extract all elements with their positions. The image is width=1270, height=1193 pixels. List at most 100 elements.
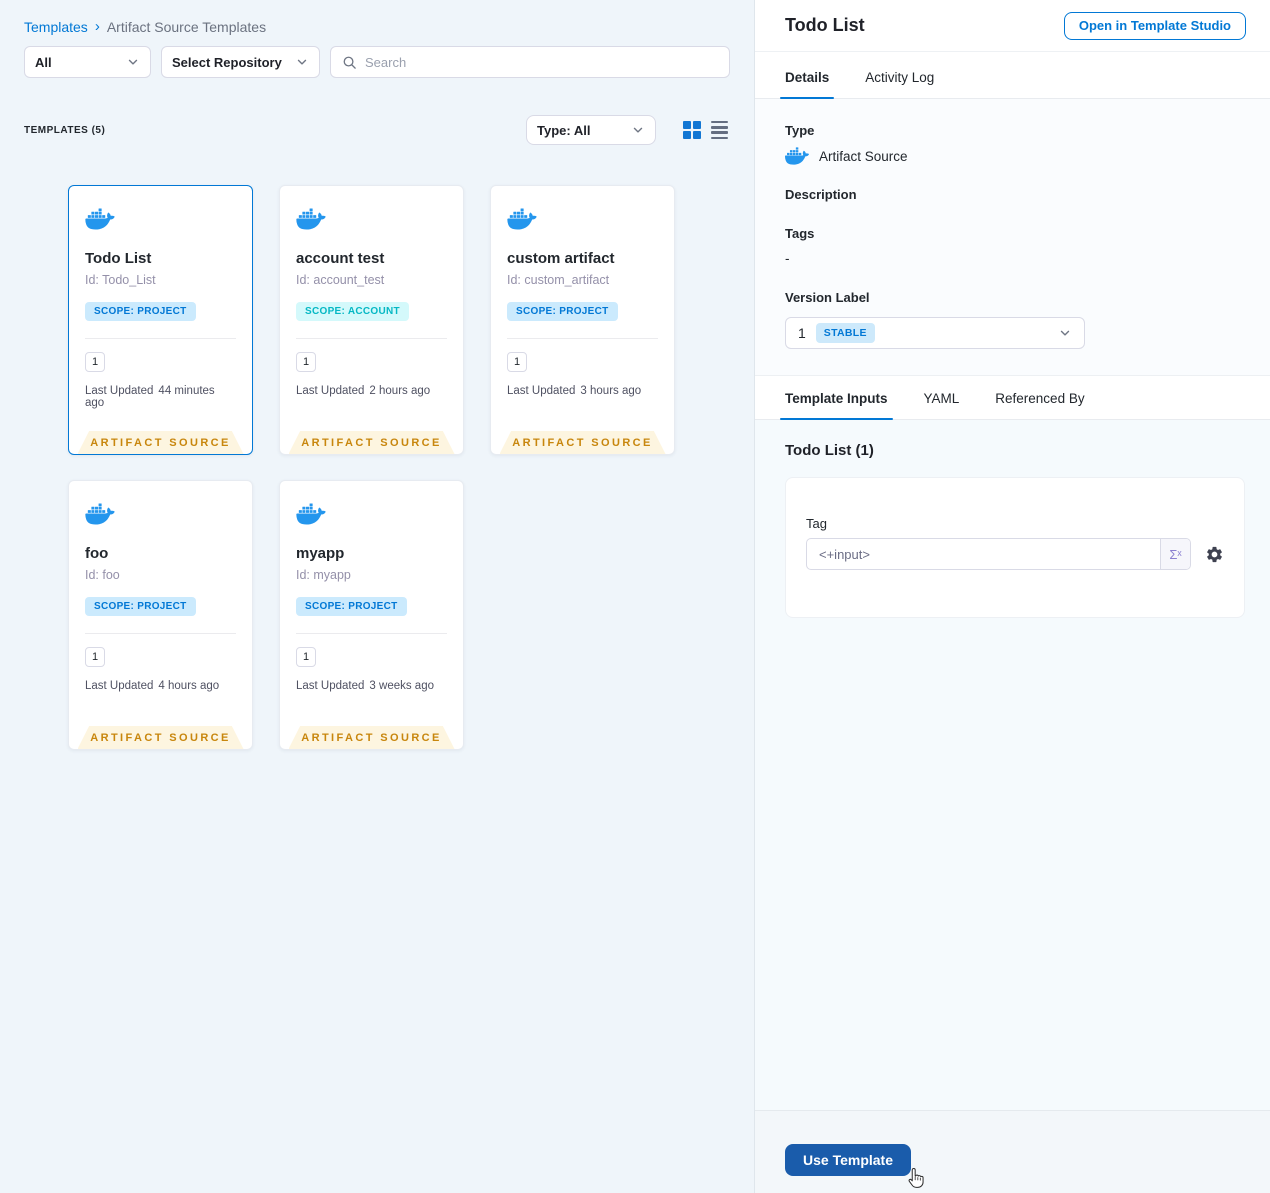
gear-icon: [1207, 546, 1222, 562]
breadcrumb: Templates › Artifact Source Templates: [24, 18, 730, 35]
card-divider: [296, 633, 447, 634]
template-card-id: Id: Todo_List: [85, 273, 156, 287]
grid-view-button[interactable]: [681, 119, 703, 141]
template-card-title: Todo List: [85, 250, 152, 267]
tab-activity-log[interactable]: Activity Log: [865, 70, 934, 98]
template-card-custom-artifact[interactable]: custom artifact Id: custom_artifact SCOP…: [490, 185, 675, 455]
template-inputs-body: Todo List (1) Tag Σˣ: [755, 420, 1270, 1110]
template-cards-grid: Todo List Id: Todo_List SCOPE: PROJECT 1…: [68, 185, 754, 750]
type-filter-value: Type: All: [537, 122, 591, 138]
tags-value: -: [785, 251, 790, 266]
type-label: Type: [785, 123, 815, 138]
scope-badge: SCOPE: ACCOUNT: [296, 302, 409, 321]
repository-filter-value: Select Repository: [172, 54, 282, 70]
template-card-title: foo: [85, 545, 109, 562]
scope-badge: SCOPE: PROJECT: [296, 597, 407, 616]
template-card-id: Id: account_test: [296, 273, 385, 287]
tag-label: Tag: [806, 516, 827, 531]
chevron-down-icon: [1060, 330, 1070, 336]
grid-view-icon: [683, 121, 701, 139]
type-value: Artifact Source: [819, 148, 908, 164]
breadcrumb-current: Artifact Source Templates: [106, 18, 267, 35]
template-card-myapp[interactable]: myapp Id: myapp SCOPE: PROJECT 1 Last Up…: [279, 480, 464, 750]
expression-sigma-button[interactable]: Σˣ: [1160, 539, 1190, 569]
tag-input[interactable]: [807, 539, 1160, 569]
docker-icon: [296, 208, 326, 234]
chevron-down-icon: [297, 59, 307, 65]
type-value-row: Artifact Source: [785, 147, 1240, 165]
version-chip: 1: [85, 647, 105, 667]
template-card-id: Id: myapp: [296, 568, 351, 582]
description-label: Description: [785, 187, 857, 202]
tab-yaml[interactable]: YAML: [924, 391, 960, 419]
scope-filter-dropdown[interactable]: All: [24, 46, 151, 78]
scope-filter-value: All: [35, 54, 52, 70]
repository-filter-dropdown[interactable]: Select Repository: [161, 46, 320, 78]
artifact-source-ribbon: ARTIFACT SOURCE: [499, 431, 666, 454]
template-card-todo-list[interactable]: Todo List Id: Todo_List SCOPE: PROJECT 1…: [68, 185, 253, 455]
docker-icon: [85, 503, 115, 529]
tab-referenced-by[interactable]: Referenced By: [995, 391, 1084, 419]
card-divider: [507, 338, 658, 339]
search-box: [330, 46, 730, 78]
version-select-dropdown[interactable]: 1 STABLE: [785, 317, 1085, 349]
template-card-title: myapp: [296, 545, 345, 562]
input-settings-button[interactable]: [1205, 545, 1224, 564]
version-label: Version Label: [785, 290, 870, 305]
list-toolbar: TEMPLATES (5) Type: All: [24, 115, 730, 145]
app-window: Templates › Artifact Source Templates Al…: [0, 0, 1270, 1193]
artifact-source-ribbon: ARTIFACT SOURCE: [288, 431, 455, 454]
open-in-template-studio-button[interactable]: Open in Template Studio: [1063, 11, 1246, 40]
card-divider: [296, 338, 447, 339]
details-footer: Use Template: [755, 1110, 1270, 1193]
last-updated: Last Updated 2 hours ago: [296, 385, 431, 397]
details-tabbar: Details Activity Log: [755, 52, 1270, 99]
details-section: Type Artifact Source Description Tags - …: [755, 99, 1270, 375]
scope-badge: SCOPE: PROJECT: [507, 302, 618, 321]
breadcrumb-templates-link[interactable]: Templates: [24, 19, 88, 35]
last-updated: Last Updated 3 hours ago: [507, 385, 642, 397]
artifact-source-ribbon: ARTIFACT SOURCE: [288, 726, 455, 749]
last-updated: Last Updated 4 hours ago: [85, 680, 220, 692]
search-input[interactable]: [365, 54, 718, 70]
details-header: Todo List Open in Template Studio: [755, 0, 1270, 52]
artifact-source-ribbon: ARTIFACT SOURCE: [77, 726, 244, 749]
list-view-icon: [711, 120, 728, 140]
type-filter-dropdown[interactable]: Type: All: [526, 115, 656, 145]
template-list-panel: Templates › Artifact Source Templates Al…: [0, 0, 755, 1193]
breadcrumb-separator-icon: ›: [94, 18, 100, 35]
templates-count-label: TEMPLATES (5): [24, 124, 106, 136]
last-updated: Last Updated 44 minutes ago: [85, 385, 215, 409]
card-divider: [85, 338, 236, 339]
version-chip: 1: [296, 647, 316, 667]
filter-row: All Select Repository: [24, 46, 730, 78]
template-card-title: account test: [296, 250, 385, 267]
scope-badge: SCOPE: PROJECT: [85, 302, 196, 321]
template-card-id: Id: custom_artifact: [507, 273, 610, 287]
last-updated: Last Updated 3 weeks ago: [296, 680, 434, 692]
docker-icon: [785, 147, 809, 165]
docker-icon: [85, 208, 115, 234]
template-card-foo[interactable]: foo Id: foo SCOPE: PROJECT 1 Last Update…: [68, 480, 253, 750]
version-chip: 1: [507, 352, 527, 372]
card-divider: [85, 633, 236, 634]
template-card-title: custom artifact: [507, 250, 615, 267]
tags-label: Tags: [785, 226, 815, 241]
tab-template-inputs[interactable]: Template Inputs: [780, 391, 893, 420]
search-icon: [343, 56, 356, 69]
chevron-down-icon: [128, 59, 138, 65]
details-title: Todo List: [785, 15, 865, 35]
inputs-heading: Todo List (1): [785, 442, 874, 459]
tab-details[interactable]: Details: [779, 70, 835, 99]
version-chip: 1: [85, 352, 105, 372]
version-value: 1: [798, 325, 806, 341]
artifact-source-ribbon: ARTIFACT SOURCE: [77, 431, 244, 454]
template-card-id: Id: foo: [85, 568, 120, 582]
tag-input-row: Σˣ: [806, 538, 1224, 570]
docker-icon: [507, 208, 537, 234]
version-chip: 1: [296, 352, 316, 372]
list-view-button[interactable]: [709, 119, 730, 142]
use-template-button[interactable]: Use Template: [785, 1144, 911, 1176]
template-card-account-test[interactable]: account test Id: account_test SCOPE: ACC…: [279, 185, 464, 455]
inputs-tabbar: Template Inputs YAML Referenced By: [755, 375, 1270, 420]
